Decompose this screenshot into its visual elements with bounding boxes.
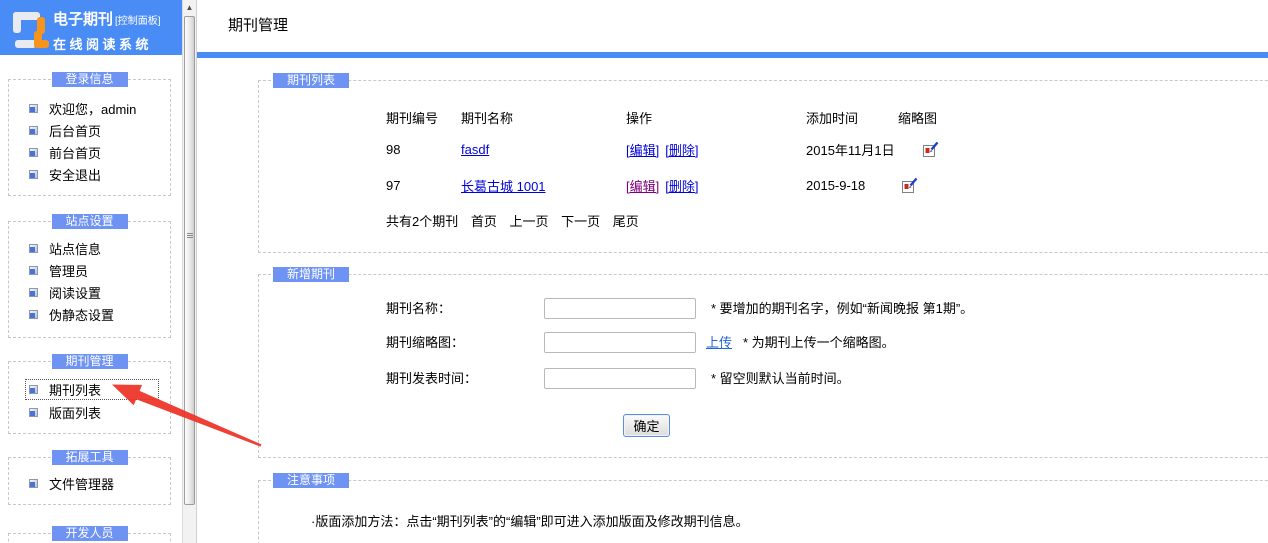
journal-list-panel: 期刊列表 期刊编号 期刊名称 操作 添加时间 缩略图 98 fasdf [258,80,1268,253]
app-title: 电子期刊 [53,11,113,28]
section-title-site: 站点设置 [51,214,127,229]
pagination-last[interactable]: 尾页 [613,214,639,229]
table-row: 97 长葛古城 1001 [编辑] [删除] 2015-9-18 [386,167,1018,203]
sidebar-section-journal: 期刊管理 期刊列表 版面列表 [8,361,171,434]
journal-id: 97 [386,167,461,203]
app-subtitle: 在线阅读系统 [53,34,161,53]
sidebar-section-developers: 开发人员 [8,533,171,543]
sidebar-item-welcome-admin: 欢迎您，admin [9,97,170,119]
sidebar-item-pseudo-static[interactable]: 伪静态设置 [9,303,170,325]
pagination-first[interactable]: 首页 [471,214,497,229]
pagination-next[interactable]: 下一页 [561,214,600,229]
thumbnail-hint: * 为期刊上传一个缩略图。 [743,331,895,355]
app-window: 电子期刊[控制面板] 在线阅读系统 登录信息 欢迎您，admin 后台首页 前台… [0,0,1268,543]
publish-time-label: 期刊发表时间： [386,367,477,391]
publish-time-input[interactable] [544,368,696,389]
square-bullet-icon [29,479,38,488]
col-header-thumb: 缩略图 [898,103,1018,131]
sidebar-item-layout-list[interactable]: 版面列表 [9,401,170,424]
col-header-date: 添加时间 [806,103,898,131]
sidebar-item-frontend-home[interactable]: 前台首页 [9,141,170,163]
sidebar-scrollbar[interactable]: ▲ [182,0,197,543]
square-bullet-icon [29,385,38,394]
notes-panel: 注意事项 ·版面添加方法：点击“期刊列表”的“编辑”即可进入添加版面及修改期刊信… [258,480,1268,543]
journal-date: 2015-9-18 [806,167,898,203]
square-bullet-icon [29,266,38,275]
delete-link[interactable]: [删除] [665,179,698,194]
sidebar: 电子期刊[控制面板] 在线阅读系统 登录信息 欢迎您，admin 后台首页 前台… [0,0,182,543]
upload-link[interactable]: 上传 [706,331,732,355]
note-text: ·版面添加方法：点击“期刊列表”的“编辑”即可进入添加版面及修改期刊信息。 [311,511,749,530]
form-row-thumbnail: 期刊缩略图： 上传 * 为期刊上传一个缩略图。 [386,331,1268,355]
main-content: 期刊管理 期刊列表 期刊编号 期刊名称 操作 添加时间 缩略图 98 [197,0,1268,543]
confirm-button[interactable]: 确定 [623,414,670,437]
thumbnail-input[interactable] [544,332,696,353]
sidebar-item-file-manager[interactable]: 文件管理器 [9,472,170,494]
sidebar-section-site: 站点设置 站点信息 管理员 阅读设置 伪静态设置 [8,221,171,338]
notes-panel-title: 注意事项 [273,473,349,488]
add-journal-panel-title: 新增期刊 [273,267,349,282]
page-title: 期刊管理 [228,14,288,35]
square-bullet-icon [29,148,38,157]
journal-name-link[interactable]: 长葛古城 1001 [461,179,546,194]
sidebar-section-tools: 拓展工具 文件管理器 [8,457,171,505]
square-bullet-icon [29,244,38,253]
delete-link[interactable]: [删除] [665,143,698,158]
journal-date: 2015年11月1日 [806,131,898,167]
section-title-login: 登录信息 [51,72,127,87]
square-bullet-icon [29,408,38,417]
pagination-prev[interactable]: 上一页 [510,214,549,229]
journal-table: 期刊编号 期刊名称 操作 添加时间 缩略图 98 fasdf [编辑] [删除] [386,103,1018,203]
square-bullet-icon [29,170,38,179]
square-bullet-icon [29,310,38,319]
pagination: 共有2个期刊 首页 上一页 下一页 尾页 [386,211,648,230]
square-bullet-icon [29,126,38,135]
col-header-id: 期刊编号 [386,103,461,131]
journal-list-panel-title: 期刊列表 [273,73,349,88]
app-logo-icon [4,5,50,51]
sidebar-section-login: 登录信息 欢迎您，admin 后台首页 前台首页 安全退出 [8,79,171,196]
journal-name-hint: * 要增加的期刊名字，例如“新闻晚报 第1期”。 [711,297,973,321]
sidebar-header: 电子期刊[控制面板] 在线阅读系统 [0,0,182,55]
publish-time-hint: * 留空则默认当前时间。 [711,367,850,391]
form-row-publish-time: 期刊发表时间： * 留空则默认当前时间。 [386,367,1268,391]
add-journal-panel: 新增期刊 期刊名称： * 要增加的期刊名字，例如“新闻晚报 第1期”。 期刊缩略… [258,274,1268,458]
edit-link[interactable]: [编辑] [626,179,659,194]
sidebar-item-logout[interactable]: 安全退出 [9,163,170,185]
form-row-journal-name: 期刊名称： * 要增加的期刊名字，例如“新闻晚报 第1期”。 [386,297,1268,321]
journal-name-label: 期刊名称： [386,297,451,321]
section-title-developers: 开发人员 [51,526,127,541]
section-title-tools: 拓展工具 [51,450,127,465]
scrollbar-grip [187,233,193,239]
table-row: 98 fasdf [编辑] [删除] 2015年11月1日 [386,131,1018,167]
edit-link[interactable]: [编辑] [626,143,659,158]
journal-name-input[interactable] [544,298,696,319]
section-title-journal: 期刊管理 [51,354,127,369]
journal-id: 98 [386,131,461,167]
scroll-up-arrow-icon[interactable]: ▲ [183,3,196,13]
sidebar-item-reading-settings[interactable]: 阅读设置 [9,281,170,303]
sidebar-item-backend-home[interactable]: 后台首页 [9,119,170,141]
broken-image-icon [902,177,918,194]
scrollbar-thumb[interactable] [184,16,195,505]
app-title-block: 电子期刊[控制面板] 在线阅读系统 [53,8,161,53]
thumbnail-label: 期刊缩略图： [386,331,464,355]
sidebar-item-site-info[interactable]: 站点信息 [9,237,170,259]
sidebar-item-journal-list[interactable]: 期刊列表 [9,378,170,401]
col-header-ops: 操作 [626,103,806,131]
app-title-badge: [控制面板] [115,16,161,27]
col-header-name: 期刊名称 [461,103,626,131]
square-bullet-icon [29,104,38,113]
sidebar-item-admins[interactable]: 管理员 [9,259,170,281]
broken-image-icon [923,141,939,158]
journal-name-link[interactable]: fasdf [461,142,489,157]
pagination-summary: 共有2个期刊 [386,214,458,229]
title-divider-bar [197,52,1268,58]
square-bullet-icon [29,288,38,297]
